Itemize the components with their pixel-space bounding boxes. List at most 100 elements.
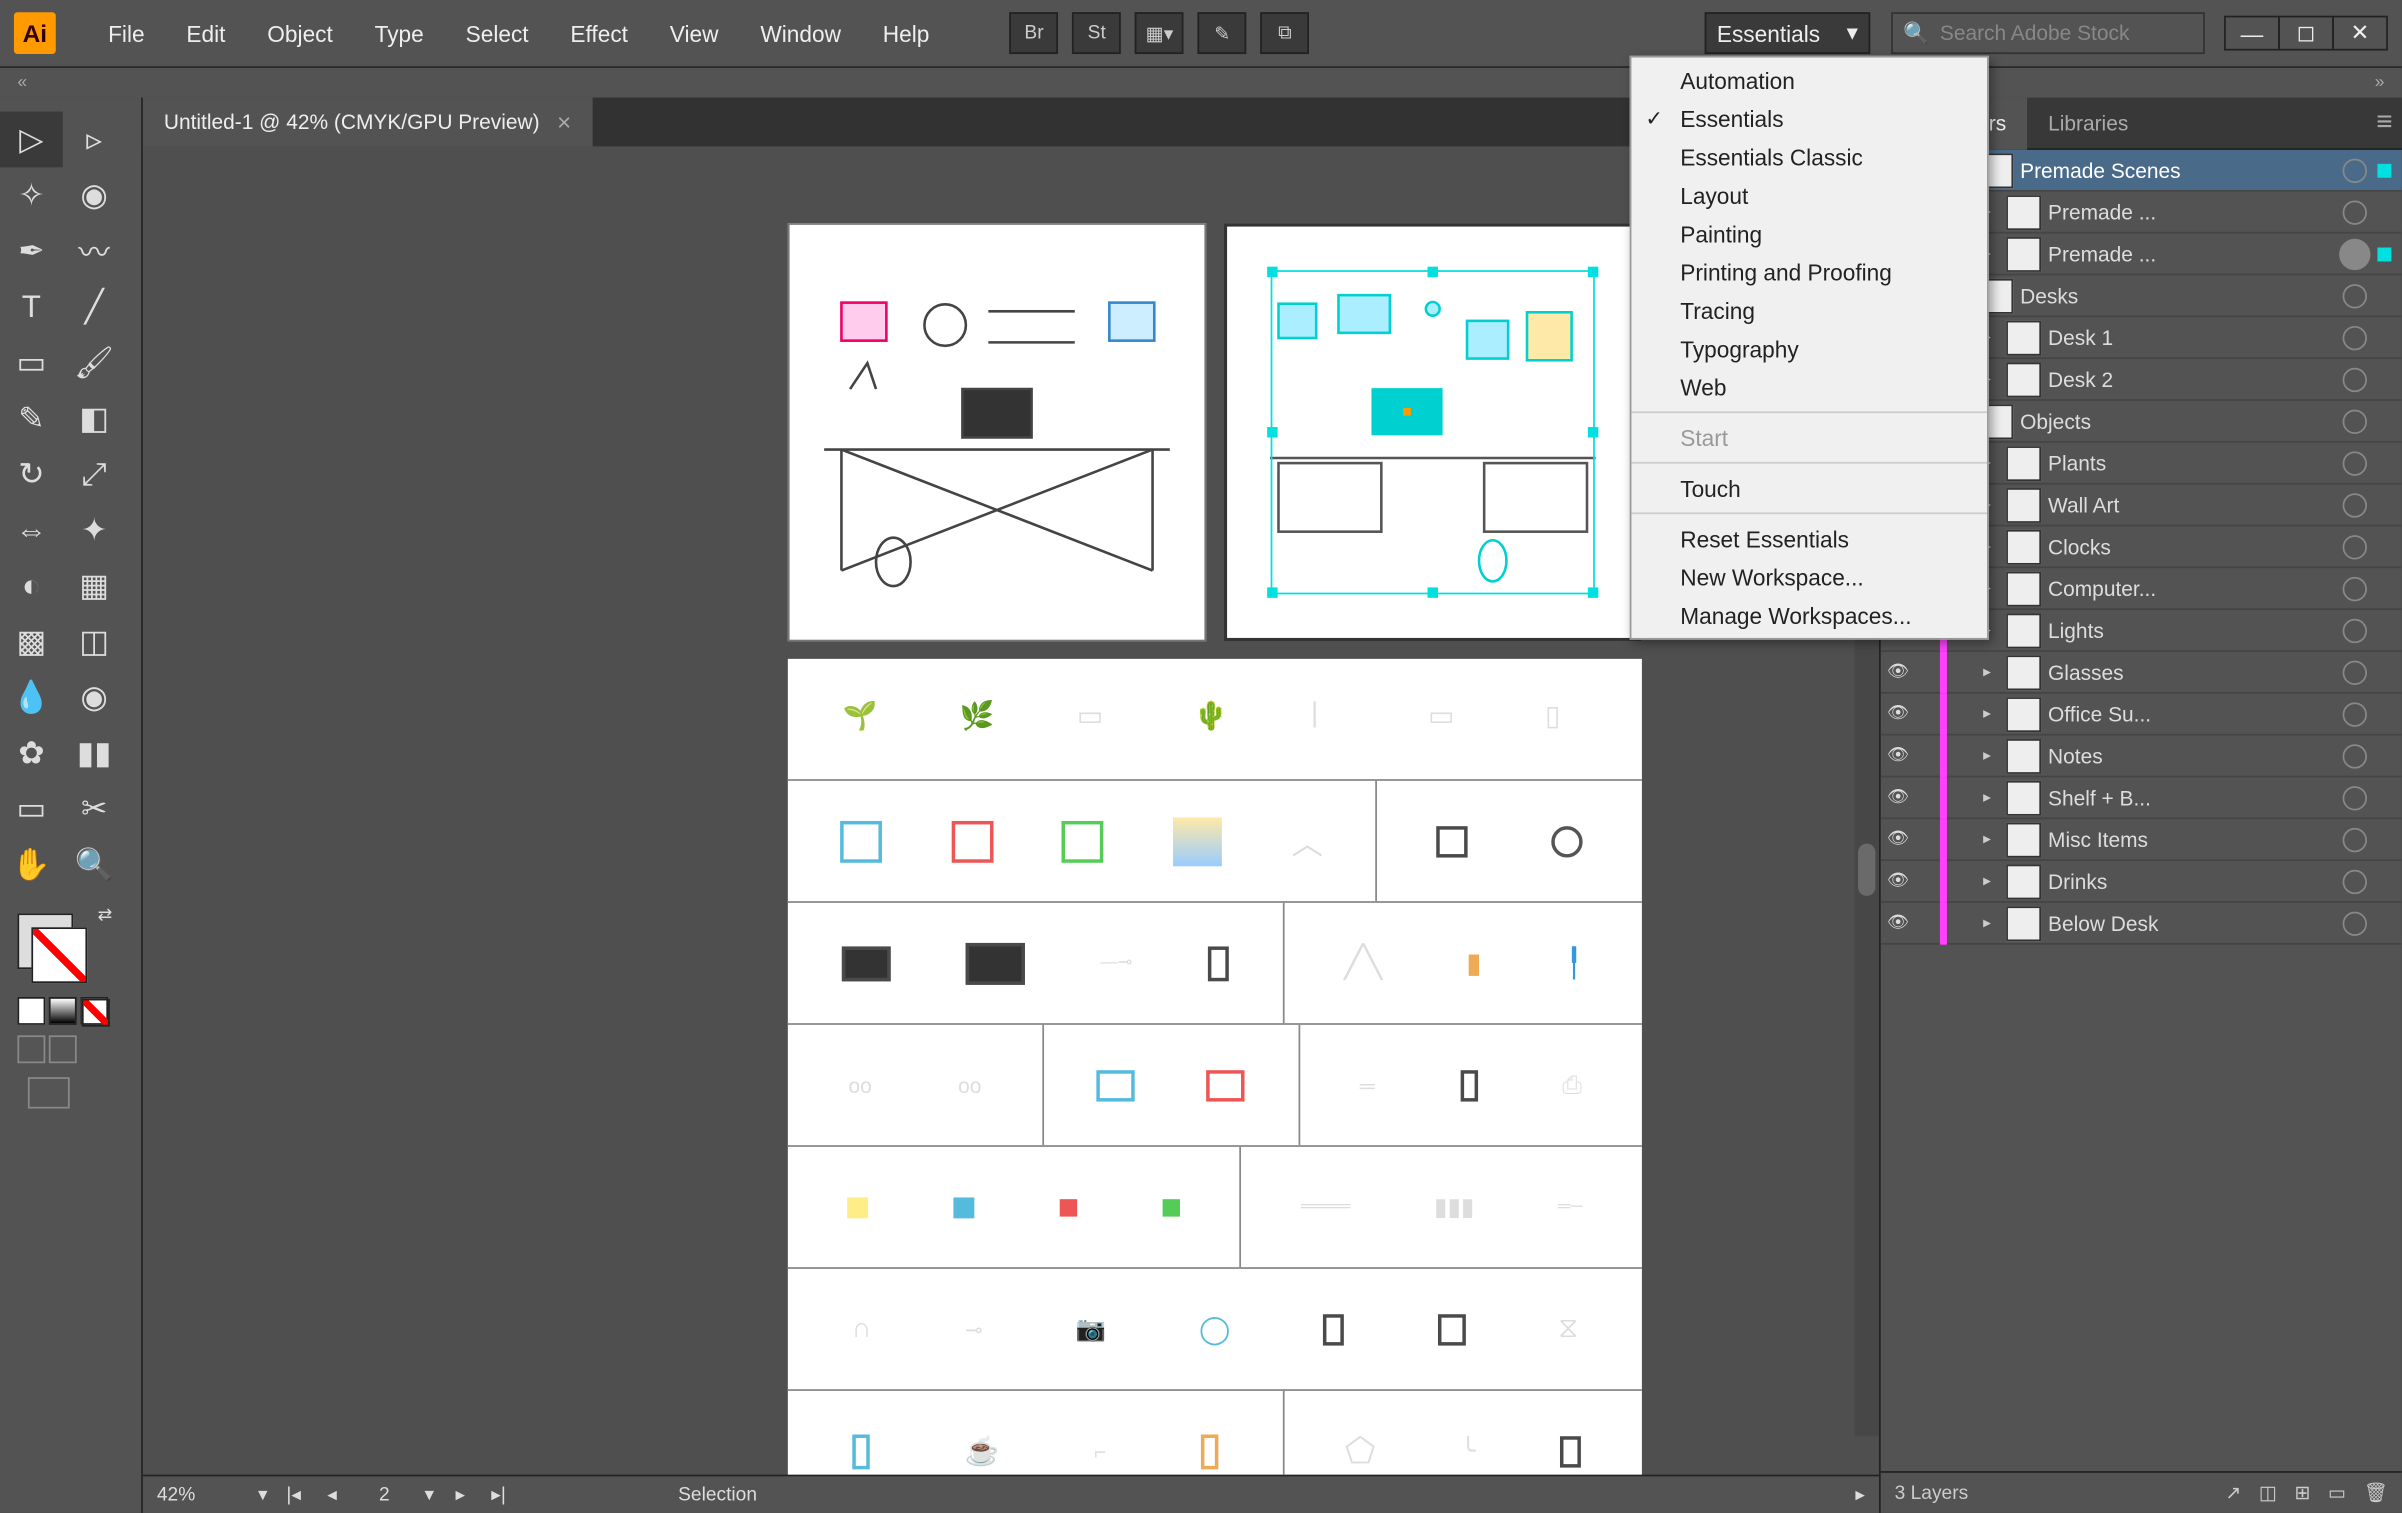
draw-normal[interactable]: [17, 1035, 45, 1063]
layer-row[interactable]: 👁 ▸ Notes: [1881, 736, 2402, 778]
target-icon[interactable]: [2343, 827, 2367, 851]
target-icon[interactable]: [2343, 618, 2367, 642]
workspace-option[interactable]: Layout: [1631, 176, 1987, 214]
target-icon[interactable]: [2343, 702, 2367, 726]
chevron-right-icon[interactable]: ▸: [1975, 704, 1999, 723]
menu-window[interactable]: Window: [739, 20, 861, 46]
make-clipping-mask-icon[interactable]: ◫: [2259, 1482, 2277, 1505]
hand-tool[interactable]: ✋: [0, 837, 63, 893]
line-tool[interactable]: ╱: [63, 279, 126, 335]
workspace-option[interactable]: New Workspace...: [1631, 558, 1987, 596]
layer-row[interactable]: 👁▸Below Desk: [1881, 903, 2402, 945]
document-tab[interactable]: Untitled-1 @ 42% (CMYK/GPU Preview) ×: [143, 98, 592, 147]
rotate-tool[interactable]: ↻: [0, 446, 63, 502]
workspace-option[interactable]: Essentials Classic: [1631, 138, 1987, 176]
screen-mode[interactable]: [28, 1077, 70, 1108]
mesh-tool[interactable]: ▩: [0, 614, 63, 670]
visibility-toggle[interactable]: 👁: [1881, 913, 1916, 932]
layer-row[interactable]: 👁 ▸ Office Su...: [1881, 694, 2402, 736]
workspace-option[interactable]: Web: [1631, 368, 1987, 406]
chevron-right-icon[interactable]: ▸: [1975, 662, 1999, 681]
workspace-option[interactable]: Tracing: [1631, 291, 1987, 329]
layer-name[interactable]: Clocks: [2048, 534, 2332, 558]
pen-tool[interactable]: ✒: [0, 223, 63, 279]
artboard-tool[interactable]: ▭: [0, 781, 63, 837]
target-icon[interactable]: [2343, 911, 2367, 935]
workspace-option[interactable]: Painting: [1631, 214, 1987, 252]
target-icon[interactable]: [2343, 283, 2367, 307]
stroke-swatch[interactable]: [31, 927, 87, 983]
target-icon[interactable]: [2343, 492, 2367, 516]
chevron-right-icon[interactable]: ▸: [1975, 746, 1999, 765]
workspace-switcher[interactable]: Essentials ▾: [1705, 12, 1871, 54]
lasso-tool[interactable]: ◉: [63, 167, 126, 223]
layer-name[interactable]: Premade ...: [2048, 200, 2332, 224]
visibility-toggle[interactable]: 👁: [1881, 662, 1916, 681]
workspace-option[interactable]: Reset Essentials: [1631, 519, 1987, 557]
layer-name[interactable]: Premade Scenes: [2020, 158, 2332, 182]
workspace-option[interactable]: Touch: [1631, 469, 1987, 507]
status-menu-icon[interactable]: ▸: [1855, 1483, 1865, 1506]
panel-menu-icon[interactable]: ≡: [2367, 107, 2402, 138]
visibility-toggle[interactable]: 👁: [1881, 788, 1916, 807]
menu-edit[interactable]: Edit: [166, 20, 247, 46]
target-icon[interactable]: [2343, 785, 2367, 809]
menu-view[interactable]: View: [649, 20, 740, 46]
collapse-left-icon[interactable]: «: [17, 73, 27, 92]
next-artboard-button[interactable]: ▸: [448, 1483, 472, 1506]
locate-object-icon[interactable]: ↗: [2225, 1482, 2241, 1505]
menu-type[interactable]: Type: [354, 20, 445, 46]
gpu-button[interactable]: ✎: [1198, 12, 1247, 54]
menu-select[interactable]: Select: [445, 20, 550, 46]
layer-name[interactable]: Wall Art: [2048, 492, 2332, 516]
scrollbar-thumb[interactable]: [1858, 844, 1875, 896]
layer-name[interactable]: Below Desk: [2048, 911, 2332, 935]
zoom-level[interactable]: 42%: [157, 1484, 244, 1505]
zoom-tool[interactable]: 🔍: [63, 837, 126, 893]
close-icon[interactable]: ×: [557, 108, 571, 136]
workspace-option[interactable]: Typography: [1631, 329, 1987, 367]
visibility-toggle[interactable]: 👁: [1881, 746, 1916, 765]
draw-behind[interactable]: [49, 1035, 77, 1063]
target-icon[interactable]: [2343, 200, 2367, 224]
target-icon[interactable]: [2343, 869, 2367, 893]
layer-name[interactable]: Misc Items: [2048, 827, 2332, 851]
menu-effect[interactable]: Effect: [550, 20, 649, 46]
layer-name[interactable]: Shelf + B...: [2048, 785, 2332, 809]
layer-name[interactable]: Glasses: [2048, 660, 2332, 684]
layer-name[interactable]: Lights: [2048, 618, 2332, 642]
target-icon[interactable]: [2343, 534, 2367, 558]
free-transform-tool[interactable]: ✦: [63, 502, 126, 558]
graph-tool[interactable]: ▮▮: [63, 725, 126, 781]
layer-name[interactable]: Premade ...: [2048, 241, 2332, 265]
prev-artboard-button[interactable]: ◂: [320, 1483, 344, 1506]
document-setup-button[interactable]: ⧉: [1261, 12, 1310, 54]
layer-name[interactable]: Objects: [2020, 409, 2332, 433]
menu-object[interactable]: Object: [246, 20, 353, 46]
visibility-toggle[interactable]: 👁: [1881, 704, 1916, 723]
layer-name[interactable]: Notes: [2048, 743, 2332, 767]
eraser-tool[interactable]: ◧: [63, 390, 126, 446]
layer-name[interactable]: Desks: [2020, 283, 2332, 307]
stock-button[interactable]: St: [1072, 12, 1121, 54]
workspace-option[interactable]: Manage Workspaces...: [1631, 596, 1987, 634]
delete-layer-icon[interactable]: 🗑: [2364, 1482, 2388, 1505]
layer-row[interactable]: 👁▸Shelf + B...: [1881, 777, 2402, 819]
canvas[interactable]: 🌱🌿▭🌵|▭▯ ︿ —⊸ ╱╲▮╿ oooo ═⎙: [143, 146, 1879, 1474]
rectangle-tool[interactable]: ▭: [0, 335, 63, 391]
chevron-right-icon[interactable]: ▸: [1975, 830, 1999, 849]
target-icon[interactable]: [2343, 158, 2367, 182]
slice-tool[interactable]: ✂: [63, 781, 126, 837]
target-icon[interactable]: [2343, 576, 2367, 600]
magic-wand-tool[interactable]: ✧: [0, 167, 63, 223]
workspace-option[interactable]: Printing and Proofing: [1631, 253, 1987, 291]
eyedropper-tool[interactable]: 💧: [0, 669, 63, 725]
close-button[interactable]: ✕: [2332, 16, 2388, 51]
bridge-button[interactable]: Br: [1010, 12, 1059, 54]
layer-name[interactable]: Office Su...: [2048, 702, 2332, 726]
layer-row[interactable]: 👁 ▸ Glasses: [1881, 652, 2402, 694]
perspective-tool[interactable]: ▦: [63, 558, 126, 614]
layer-name[interactable]: Plants: [2048, 451, 2332, 475]
chevron-down-icon[interactable]: ▾: [424, 1483, 434, 1506]
scale-tool[interactable]: ⤢: [63, 446, 126, 502]
